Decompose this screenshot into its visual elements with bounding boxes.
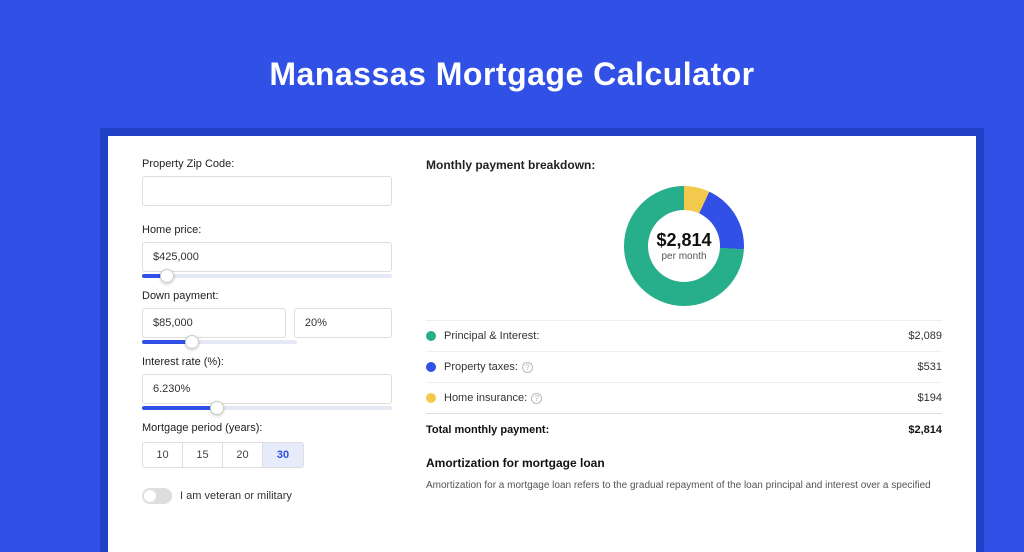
donut-sub: per month — [656, 251, 711, 262]
slider-thumb[interactable] — [210, 401, 224, 415]
veteran-label: I am veteran or military — [180, 490, 292, 502]
down-payment-slider[interactable] — [142, 340, 297, 344]
legend: Principal & Interest: $2,089 Property ta… — [426, 320, 942, 414]
home-price-input[interactable] — [142, 242, 392, 272]
interest-input[interactable] — [142, 374, 392, 404]
period-tab-30[interactable]: 30 — [263, 443, 303, 467]
dot-icon — [426, 362, 436, 372]
veteran-switch[interactable] — [142, 488, 172, 504]
legend-row-insurance: Home insurance: ? $194 — [426, 383, 942, 414]
home-price-label: Home price: — [142, 224, 392, 236]
slider-thumb[interactable] — [185, 335, 199, 349]
period-tab-20[interactable]: 20 — [223, 443, 263, 467]
inputs-column: Property Zip Code: Home price: Down paym… — [142, 158, 392, 552]
legend-value: $194 — [918, 392, 942, 404]
donut-amount: $2,814 — [656, 230, 711, 251]
down-payment-pct-input[interactable] — [294, 308, 392, 338]
legend-label: Principal & Interest: — [444, 330, 539, 342]
veteran-row: I am veteran or military — [142, 488, 392, 504]
total-value: $2,814 — [908, 424, 942, 436]
legend-value: $531 — [918, 361, 942, 373]
amort-text: Amortization for a mortgage loan refers … — [426, 478, 942, 493]
interest-label: Interest rate (%): — [142, 356, 392, 368]
legend-label: Home insurance: — [444, 392, 527, 404]
app-frame: Property Zip Code: Home price: Down paym… — [100, 128, 984, 552]
period-tabs: 10 15 20 30 — [142, 442, 304, 468]
period-tab-15[interactable]: 15 — [183, 443, 223, 467]
period-tab-10[interactable]: 10 — [143, 443, 183, 467]
down-payment-label: Down payment: — [142, 290, 392, 302]
results-column: Monthly payment breakdown: $2,814 per mo… — [426, 158, 942, 552]
zip-label: Property Zip Code: — [142, 158, 392, 170]
donut-center-label: $2,814 per month — [656, 230, 711, 262]
amort-title: Amortization for mortgage loan — [426, 456, 942, 470]
info-icon[interactable]: ? — [531, 393, 542, 404]
period-label: Mortgage period (years): — [142, 422, 392, 434]
down-payment-input[interactable] — [142, 308, 286, 338]
dot-icon — [426, 331, 436, 341]
donut-chart-wrap: $2,814 per month — [426, 176, 942, 316]
home-price-slider[interactable] — [142, 274, 392, 278]
slider-thumb[interactable] — [160, 269, 174, 283]
interest-slider[interactable] — [142, 406, 392, 410]
legend-row-taxes: Property taxes: ? $531 — [426, 352, 942, 383]
zip-input[interactable] — [142, 176, 392, 206]
page-title: Manassas Mortgage Calculator — [0, 56, 1024, 93]
info-icon[interactable]: ? — [522, 362, 533, 373]
breakdown-title: Monthly payment breakdown: — [426, 158, 942, 172]
dot-icon — [426, 393, 436, 403]
legend-label: Property taxes: — [444, 361, 518, 373]
total-row: Total monthly payment: $2,814 — [426, 414, 942, 450]
legend-row-principal: Principal & Interest: $2,089 — [426, 321, 942, 352]
total-label: Total monthly payment: — [426, 424, 549, 436]
legend-value: $2,089 — [908, 330, 942, 342]
calculator-card: Property Zip Code: Home price: Down paym… — [108, 136, 976, 552]
